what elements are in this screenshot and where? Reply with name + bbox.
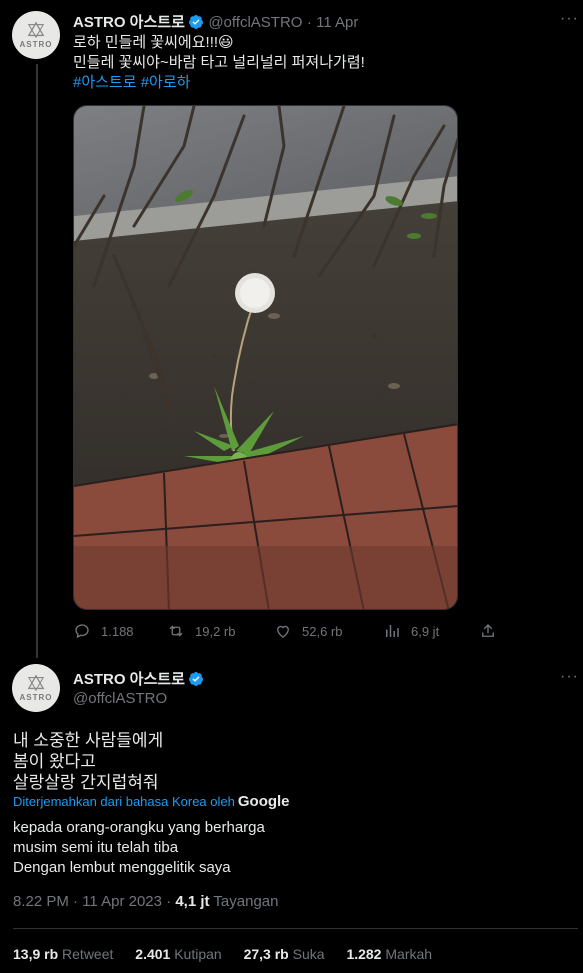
stat-retweets[interactable]: 13,9 rb Retweet [13,946,113,962]
share-button[interactable] [479,622,507,640]
astro-logo-icon [27,674,45,692]
tweet-translated-text: kepada orang-orangku yang berharga musim… [13,818,265,878]
tweet-line: 내 소중한 사람들에게 [13,731,164,750]
reply-count: 1.188 [101,623,134,639]
avatar[interactable]: ASTRO [12,664,60,712]
thread-connector-line [36,64,38,658]
translation-attribution[interactable]: Diterjemahkan dari bahasa Korea oleh Goo… [13,793,290,810]
views-label: Tayangan [213,893,279,910]
views-chart-icon [386,625,399,637]
tweet-metadata: 8.22 PM · 11 Apr 2023 · 4,1 jt Tayangan [13,893,278,910]
tweet-header: ASTRO 아스트로 [73,668,204,689]
google-logo: Google [237,793,290,810]
verified-badge-icon [188,15,203,29]
retweet-count: 19,2 rb [195,623,236,639]
tweet-line: musim semi itu telah tiba [13,839,179,856]
stat-quotes[interactable]: 2.401 Kutipan [135,946,221,962]
tweet-header: ASTRO 아스트로 @offclASTRO · 11 Apr [73,11,358,32]
more-options-icon[interactable]: ··· [560,668,579,686]
stat-label: Markah [385,946,433,962]
tweet-line: 민들레 꽃씨야~바람 타고 널리널리 퍼져나가렴! [73,54,365,71]
views-button[interactable]: 6,9 jt [383,622,439,640]
translation-note: Diterjemahkan dari bahasa Korea oleh [13,794,235,809]
stat-value: 27,3 rb [243,946,289,962]
tweet-line: 봄이 왔다고 [13,752,96,771]
views-count: 4,1 jt [175,893,210,910]
tweet-line: 로하 민들레 꽃씨에요!!!😃 [73,34,234,51]
tweet-line: Dengan lembut menggelitik saya [13,859,231,876]
verified-badge-icon [188,672,203,686]
stat-value: 2.401 [135,946,171,962]
stat-value: 13,9 rb [13,946,59,962]
tweet-line: kepada orang-orangku yang berharga [13,819,265,836]
author-name[interactable]: ASTRO 아스트로 [73,671,185,688]
like-count: 52,6 rb [302,623,343,639]
hashtag-links[interactable]: #아스트로 #아로하 [73,73,365,93]
engagement-stats: 13,9 rb Retweet 2.401 Kutipan 27,3 rb Su… [13,946,450,962]
stat-label: Retweet [62,946,114,962]
tweet-photo[interactable] [73,105,458,610]
tweet-line: 살랑살랑 간지럽혀줘 [13,773,159,792]
stat-likes[interactable]: 27,3 rb Suka [244,946,325,962]
tweet-timestamp[interactable]: 8.22 PM · 11 Apr 2023 · [13,893,171,910]
retweet-button[interactable]: 19,2 rb [167,622,235,640]
reply-icon [75,624,89,639]
avatar[interactable]: ASTRO [12,11,60,59]
reply-button[interactable]: 1.188 [73,622,134,640]
retweet-icon [169,625,183,637]
tweet-text: 로하 민들레 꽃씨에요!!!😃 민들레 꽃씨야~바람 타고 널리널리 퍼져나가렴… [73,33,365,93]
author-name[interactable]: ASTRO 아스트로 [73,14,185,31]
author-handle[interactable]: @offclASTRO [73,690,167,707]
stat-value: 1.282 [346,946,382,962]
avatar-label: ASTRO [19,693,53,702]
tweet-actions: 1.188 19,2 rb 52,6 rb 6,9 jt [73,622,513,642]
more-options-icon[interactable]: ··· [560,10,579,28]
heart-icon [277,625,289,638]
stat-label: Kutipan [174,946,222,962]
astro-logo-icon [27,21,45,39]
like-button[interactable]: 52,6 rb [274,622,342,640]
stat-label: Suka [292,946,325,962]
divider [13,928,578,929]
views-count: 6,9 jt [411,623,440,639]
stat-bookmarks[interactable]: 1.282 Markah [346,946,432,962]
share-icon [482,624,494,637]
dandelion-photo [74,106,457,609]
author-handle[interactable]: @offclASTRO [208,14,302,31]
tweet-original-text: 내 소중한 사람들에게 봄이 왔다고 살랑살랑 간지럽혀줘 [13,730,163,793]
tweet-date[interactable]: · 11 Apr [307,14,358,31]
avatar-label: ASTRO [19,40,53,49]
